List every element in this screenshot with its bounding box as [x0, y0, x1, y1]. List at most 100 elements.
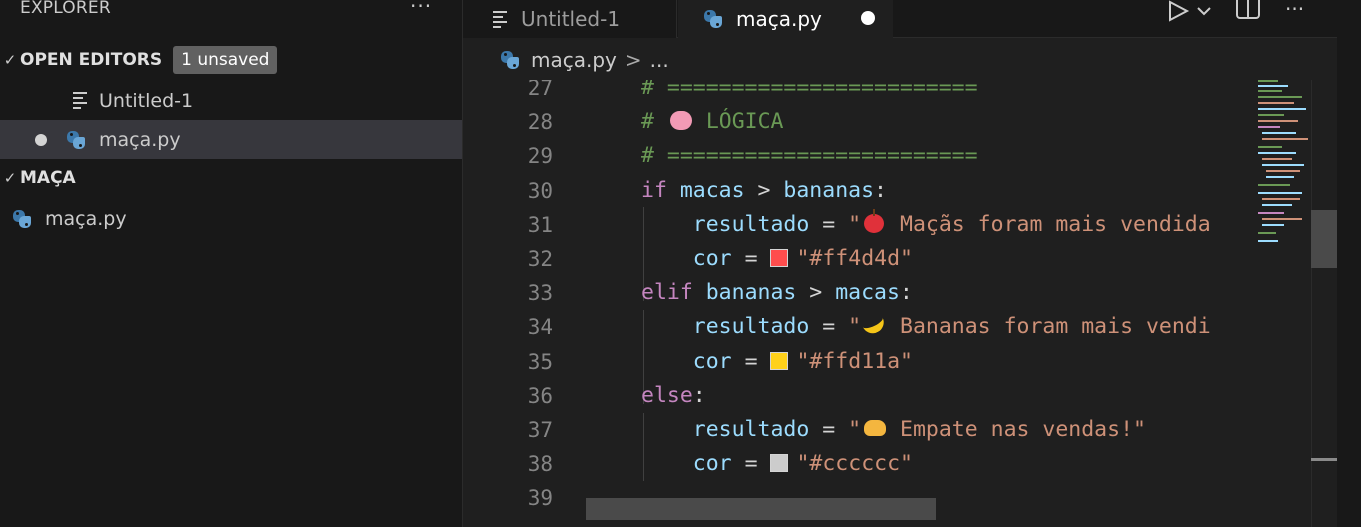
python-icon — [500, 50, 520, 70]
banana-emoji-icon — [860, 313, 888, 338]
code-line-27: # ======================== — [641, 80, 1250, 105]
more-actions-icon[interactable]: ··· — [410, 0, 432, 18]
color-swatch[interactable] — [770, 454, 789, 473]
scrollbar-cursor-marker — [1311, 458, 1337, 461]
string-token: "#cccccc" — [796, 451, 913, 477]
operator-token: = — [731, 451, 771, 477]
comment-token: LÓGICA — [692, 109, 784, 135]
line-number: 38 — [527, 452, 553, 477]
string-token: Bananas foram mais vendi — [887, 314, 1211, 340]
split-editor-icon[interactable] — [1235, 0, 1261, 22]
open-editor-maca[interactable]: maça.py — [0, 120, 462, 159]
comment-token: # ======================== — [641, 80, 978, 100]
chevron-down-icon[interactable] — [1196, 5, 1212, 17]
variable-token: bananas — [783, 177, 875, 203]
operator-token: = — [731, 348, 771, 374]
window-edge — [1337, 0, 1361, 527]
code-editor[interactable]: 27 28 29 30 31 32 33 34 35 36 37 38 39 #… — [463, 80, 1250, 527]
brain-emoji-icon — [667, 108, 693, 132]
operator-token: = — [809, 416, 849, 442]
breadcrumb-symbols[interactable]: ... — [650, 48, 669, 72]
run-icon[interactable] — [1167, 0, 1191, 24]
open-editors-header[interactable]: ✓ OPEN EDITORS 1 unsaved — [0, 43, 462, 77]
line-number-gutter: 27 28 29 30 31 32 33 34 35 36 37 38 39 — [463, 80, 553, 515]
code-line-33: elif bananas > macas: — [641, 276, 1250, 310]
apple-emoji-icon — [861, 208, 887, 235]
string-token: Empate nas vendas!" — [887, 416, 1146, 442]
code-line-29: # ======================== — [641, 139, 1250, 173]
variable-token: cor — [692, 451, 732, 477]
tab-label: maça.py — [736, 7, 822, 31]
comment-token: # ======================== — [641, 143, 978, 169]
line-number: 34 — [527, 315, 553, 340]
variable-token: cor — [692, 348, 732, 374]
operator-token: : — [899, 280, 913, 306]
keyword-token: else — [641, 382, 693, 408]
tab-maca[interactable]: maça.py — [678, 0, 893, 38]
open-editor-label: maça.py — [99, 128, 181, 151]
code-line-34: resultado = " Bananas foram mais vendi — [641, 310, 1250, 344]
variable-token: resultado — [692, 416, 810, 442]
minimap[interactable] — [1250, 80, 1311, 527]
line-number: 36 — [527, 383, 553, 408]
explorer-title: EXPLORER — [20, 0, 111, 18]
unsaved-badge: 1 unsaved — [173, 46, 278, 74]
tab-untitled[interactable]: Untitled-1 — [463, 0, 677, 38]
unsaved-dot-icon[interactable] — [861, 11, 875, 25]
variable-token: cor — [692, 245, 732, 271]
code-line-31: resultado = " Maçãs foram mais vendida — [641, 208, 1250, 242]
comment-token: # — [641, 109, 667, 135]
operator-token: : — [874, 177, 887, 203]
code-line-37: resultado = " Empate nas vendas!" — [641, 413, 1250, 447]
python-icon — [703, 9, 723, 29]
line-number: 28 — [527, 110, 553, 135]
line-number: 31 — [527, 212, 553, 237]
handshake-emoji-icon — [861, 416, 887, 440]
line-number: 39 — [527, 486, 553, 511]
tab-bar: Untitled-1 maça.py ··· — [463, 0, 1361, 38]
horizontal-scrollbar-thumb[interactable] — [586, 498, 936, 520]
string-token: "#ff4d4d" — [796, 245, 913, 271]
unsaved-dot-icon[interactable] — [35, 133, 47, 146]
open-editor-label: Untitled-1 — [99, 89, 194, 112]
variable-token: bananas — [705, 280, 797, 306]
line-number: 32 — [527, 246, 553, 271]
more-actions-icon[interactable]: ··· — [1285, 0, 1304, 21]
operator-token: : — [692, 382, 706, 408]
explorer-sidebar: EXPLORER ··· ✓ OPEN EDITORS 1 unsaved Un… — [0, 0, 463, 527]
line-number: 33 — [527, 281, 553, 306]
open-editor-untitled[interactable]: Untitled-1 — [0, 81, 462, 120]
string-token: " — [848, 314, 862, 340]
breadcrumb-file[interactable]: maça.py — [531, 48, 617, 72]
operator-token: = — [731, 245, 771, 271]
code-line-38: cor = "#cccccc" — [641, 447, 1250, 481]
line-number: 37 — [527, 417, 553, 442]
breadcrumb-separator: > — [624, 48, 642, 72]
variable-token: macas — [835, 280, 900, 306]
python-icon — [66, 130, 86, 150]
chevron-down-icon: ✓ — [3, 51, 17, 69]
variable-token: resultado — [692, 314, 810, 340]
code-line-30: if macas > bananas: — [641, 174, 1250, 208]
color-swatch[interactable] — [770, 351, 789, 370]
string-token: "#ffd11a" — [796, 348, 913, 374]
variable-token: resultado — [692, 211, 810, 237]
string-token: " — [848, 416, 862, 442]
file-tree-label: maça.py — [45, 207, 127, 230]
code-lines: # ======================== # LÓGICA # ==… — [641, 80, 1250, 515]
color-swatch[interactable] — [770, 248, 789, 267]
line-number: 30 — [527, 178, 553, 203]
breadcrumb: maça.py > ... — [500, 44, 669, 76]
file-tree-item-maca[interactable]: maça.py — [0, 199, 462, 238]
string-token: Maçãs foram mais vendida — [887, 211, 1211, 237]
line-number: 35 — [527, 349, 553, 374]
variable-token: macas — [679, 177, 745, 203]
keyword-token: if — [641, 177, 667, 203]
line-number: 27 — [527, 80, 553, 100]
folder-header[interactable]: ✓ MAÇA — [0, 161, 462, 195]
operator-token: = — [809, 314, 849, 340]
open-editors-label: OPEN EDITORS — [20, 50, 163, 70]
operator-token: > — [744, 177, 784, 203]
code-line-28: # LÓGICA — [641, 105, 1250, 139]
vertical-scrollbar-thumb[interactable] — [1311, 210, 1337, 268]
